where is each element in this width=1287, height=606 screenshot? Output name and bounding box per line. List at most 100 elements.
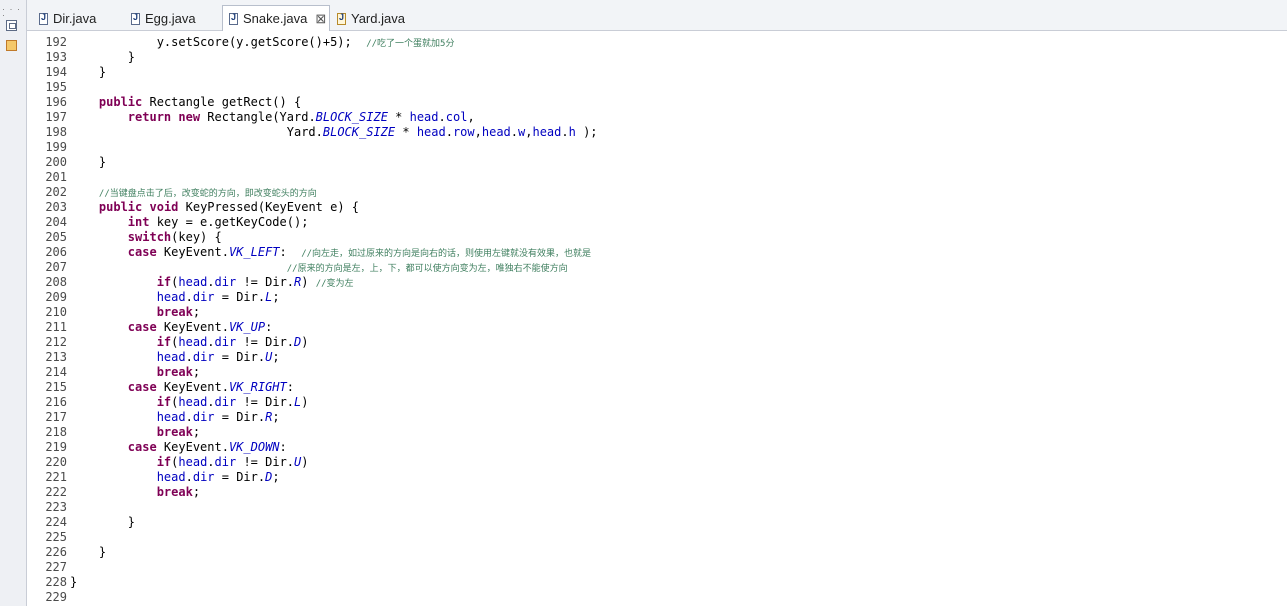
tab-label: Egg.java	[145, 11, 196, 26]
code-line[interactable]: 192 y.setScore(y.getScore()+5); //吃了一个蛋就…	[32, 35, 454, 50]
code-keyword: return	[127, 110, 172, 124]
code-token: Rectangle getRect() {	[142, 95, 302, 109]
code-comment: //向左走，如过原来的方向是向右的话，则使用左键就没有效果，也就是	[301, 249, 592, 259]
code-line[interactable]: 210 break;	[32, 305, 200, 320]
code-line[interactable]: 222 break;	[32, 485, 200, 500]
code-line[interactable]: 193 }	[32, 50, 135, 65]
code-line[interactable]: 219 case KeyEvent.VK_DOWN:	[32, 440, 286, 455]
tab-snake-java[interactable]: Snake.java ⊠	[222, 5, 330, 31]
code-line[interactable]: 203 public void KeyPressed(KeyEvent e) {	[32, 200, 359, 215]
hierarchy-view-icon[interactable]	[6, 40, 17, 51]
code-line[interactable]: 221 head.dir = Dir.D;	[32, 470, 280, 485]
java-file-icon	[131, 12, 140, 25]
code-line[interactable]: 220 if(head.dir != Dir.U)	[32, 455, 308, 470]
code-token: .	[207, 395, 215, 409]
line-code: int key = e.getKeyCode();	[70, 215, 309, 230]
tab-dir-java[interactable]: Dir.java	[33, 6, 119, 31]
code-keyword: break	[156, 485, 193, 499]
line-code: public void KeyPressed(KeyEvent e) {	[70, 200, 359, 215]
code-line[interactable]: 217 head.dir = Dir.R;	[32, 410, 280, 425]
code-line[interactable]: 202 //当键盘点击了后，改变蛇的方向，即改变蛇头的方向	[32, 185, 317, 200]
line-number: 216	[45, 395, 67, 409]
editor-tab-bar: Dir.java Egg.java Snake.java ⊠ Yard.java	[27, 0, 1287, 31]
code-comment: //当键盘点击了后，改变蛇的方向，即改变蛇头的方向	[98, 189, 317, 199]
code-line[interactable]: 194 }	[32, 65, 106, 80]
code-line[interactable]: 198 Yard.BLOCK_SIZE * head.row,head.w,he…	[32, 125, 598, 140]
code-line[interactable]: 200 }	[32, 155, 106, 170]
code-keyword: public	[98, 200, 143, 214]
code-line[interactable]: 216 if(head.dir != Dir.L)	[32, 395, 308, 410]
line-code: Yard.BLOCK_SIZE * head.row,head.w,head.h…	[70, 125, 598, 140]
code-line[interactable]: 229	[32, 590, 70, 605]
code-token: head	[156, 350, 186, 364]
code-line[interactable]: 207 //原来的方向是左，上，下，都可以使方向变为左，唯独右不能使方向	[32, 260, 568, 275]
code-token: head	[178, 275, 208, 289]
code-token: ;	[272, 470, 280, 484]
tab-label: Yard.java	[351, 11, 405, 26]
code-line[interactable]: 224 }	[32, 515, 135, 530]
line-code: head.dir = Dir.R;	[70, 410, 280, 425]
drag-handle-icon[interactable]: · · · ·	[2, 5, 26, 20]
tab-egg-java[interactable]: Egg.java	[125, 6, 219, 31]
code-line[interactable]: 211 case KeyEvent.VK_UP:	[32, 320, 272, 335]
code-token: )	[301, 395, 309, 409]
code-line[interactable]: 214 break;	[32, 365, 200, 380]
code-token: .	[207, 455, 215, 469]
code-line[interactable]: 204 int key = e.getKeyCode();	[32, 215, 308, 230]
code-line[interactable]: 205 switch(key) {	[32, 230, 221, 245]
code-keyword: case	[127, 320, 157, 334]
code-line[interactable]: 223	[32, 500, 70, 515]
code-line[interactable]: 206 case KeyEvent.VK_LEFT: //向左走，如过原来的方向…	[32, 245, 591, 260]
left-toolbar: · · · ·	[0, 0, 27, 606]
code-token: *	[395, 125, 417, 139]
line-number: 194	[45, 65, 67, 79]
close-tab-icon[interactable]: ⊠	[315, 11, 326, 27]
line-code: head.dir = Dir.D;	[70, 470, 280, 485]
code-line[interactable]: 226 }	[32, 545, 106, 560]
code-token: = Dir.	[214, 410, 266, 424]
line-code: }	[70, 155, 106, 170]
code-line[interactable]: 197 return new Rectangle(Yard.BLOCK_SIZE…	[32, 110, 474, 125]
code-token: != Dir.	[236, 335, 295, 349]
tab-yard-java[interactable]: Yard.java	[331, 6, 421, 31]
code-token: KeyEvent.	[156, 245, 229, 259]
code-token: BLOCK_SIZE	[322, 125, 396, 139]
code-line[interactable]: 225	[32, 530, 70, 545]
code-line[interactable]: 215 case KeyEvent.VK_RIGHT:	[32, 380, 294, 395]
line-code: head.dir = Dir.U;	[70, 350, 280, 365]
java-file-icon	[39, 12, 48, 25]
code-line[interactable]: 228}	[32, 575, 77, 590]
code-line[interactable]: 195	[32, 80, 70, 95]
restore-view-icon[interactable]	[6, 20, 17, 31]
code-token: dir	[192, 290, 215, 304]
code-token: .	[561, 125, 569, 139]
code-token: }	[70, 545, 107, 559]
code-editor[interactable]: 192 y.setScore(y.getScore()+5); //吃了一个蛋就…	[32, 31, 1287, 606]
code-line[interactable]: 218 break;	[32, 425, 200, 440]
code-comment: //原来的方向是左，上，下，都可以使方向变为左，唯独右不能使方向	[286, 264, 568, 274]
code-line[interactable]: 208 if(head.dir != Dir.R) //变为左	[32, 275, 353, 290]
code-token: .	[185, 410, 193, 424]
line-code: break;	[70, 365, 200, 380]
line-number: 204	[45, 215, 67, 229]
code-keyword: if	[156, 335, 172, 349]
line-code: case KeyEvent.VK_RIGHT:	[70, 380, 294, 395]
code-line[interactable]: 201	[32, 170, 70, 185]
code-line[interactable]: 227	[32, 560, 70, 575]
code-line[interactable]: 196 public Rectangle getRect() {	[32, 95, 301, 110]
code-line[interactable]: 209 head.dir = Dir.L;	[32, 290, 279, 305]
code-line[interactable]: 213 head.dir = Dir.U;	[32, 350, 280, 365]
code-token: head	[481, 125, 511, 139]
code-token: y.setScore(y.getScore()+5);	[70, 35, 367, 49]
code-line[interactable]: 212 if(head.dir != Dir.D)	[32, 335, 308, 350]
code-token: .	[207, 275, 215, 289]
code-line[interactable]: 199	[32, 140, 70, 155]
code-token: row	[452, 125, 475, 139]
